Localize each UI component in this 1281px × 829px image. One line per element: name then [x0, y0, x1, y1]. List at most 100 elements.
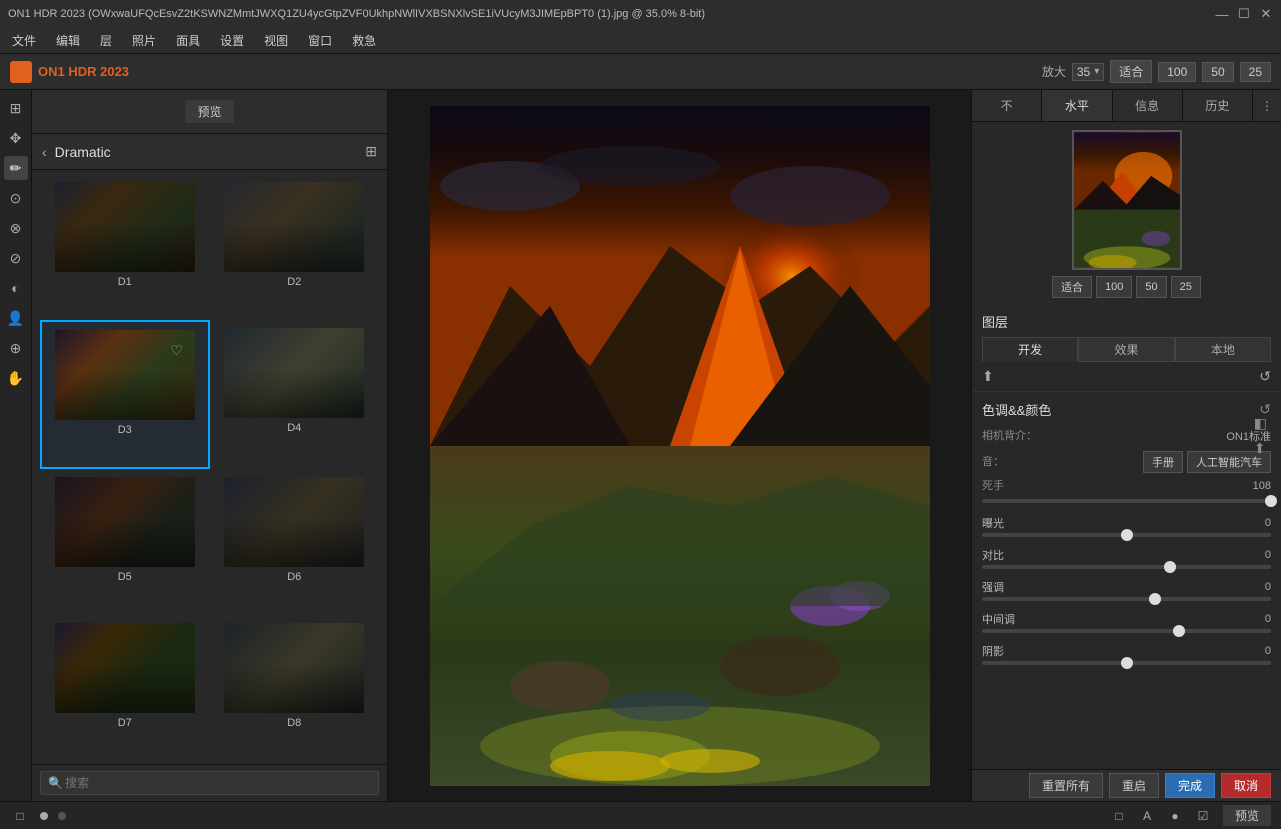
- manual-button[interactable]: 手册: [1143, 451, 1183, 473]
- tab-info[interactable]: 信息: [1113, 90, 1183, 121]
- zoom-25-button[interactable]: 25: [1240, 62, 1271, 82]
- highlights-slider[interactable]: [982, 597, 1271, 601]
- app-logo: ON1 HDR 2023: [10, 61, 129, 83]
- preview-100-button[interactable]: 100: [1096, 276, 1132, 298]
- layer-tab-effects[interactable]: 效果: [1078, 337, 1174, 362]
- tab-none[interactable]: 不: [972, 90, 1042, 121]
- zoom-50-button[interactable]: 50: [1202, 62, 1233, 82]
- healing-tool[interactable]: ⊗: [4, 216, 28, 240]
- right-panel-edge-icon-bottom[interactable]: ⬆: [1254, 440, 1267, 457]
- preview-button[interactable]: 预览: [185, 100, 233, 123]
- preset-item-d7[interactable]: D7: [40, 615, 210, 761]
- exposure-slider[interactable]: [982, 533, 1271, 537]
- menu-window[interactable]: 窗口: [300, 30, 340, 51]
- menu-edit[interactable]: 编辑: [48, 30, 88, 51]
- shadows-slider[interactable]: [982, 661, 1271, 665]
- zoom-tool[interactable]: ⊕: [4, 336, 28, 360]
- preview-50-button[interactable]: 50: [1136, 276, 1166, 298]
- preview-25-button[interactable]: 25: [1171, 276, 1201, 298]
- titlebar: ON1 HDR 2023 (OWxwaUFQcEsvZ2tKSWNZMmtJWX…: [0, 0, 1281, 28]
- right-panel-settings-icon[interactable]: ⋮: [1253, 90, 1281, 121]
- preset-item-d1[interactable]: D1: [40, 174, 210, 320]
- zoom-dropdown-icon[interactable]: ▾: [1094, 66, 1099, 77]
- back-arrow-icon[interactable]: ‹: [42, 144, 47, 160]
- preset-category-title: Dramatic: [55, 144, 111, 160]
- shadows-slider-thumb[interactable]: [1121, 657, 1133, 669]
- contrast-slider-thumb[interactable]: [1164, 561, 1176, 573]
- canvas-area[interactable]: [388, 90, 971, 801]
- bottom-icon-left1[interactable]: □: [10, 806, 30, 826]
- tab-horizontal[interactable]: 水平: [1042, 90, 1112, 121]
- right-panel-edge-icon-top[interactable]: ◧: [1254, 415, 1267, 432]
- bottom-circle-icon[interactable]: ●: [1165, 806, 1185, 826]
- preset-item-d6[interactable]: D6: [210, 469, 380, 615]
- menu-view[interactable]: 视图: [256, 30, 296, 51]
- hand-tool[interactable]: ✋: [4, 366, 28, 390]
- menu-layer[interactable]: 层: [92, 30, 120, 51]
- preset-item-d8[interactable]: D8: [210, 615, 380, 761]
- highlights-slider-thumb[interactable]: [1149, 593, 1161, 605]
- zoom-100-button[interactable]: 100: [1158, 62, 1196, 82]
- main-image: [430, 106, 930, 786]
- search-icon: 🔍: [48, 776, 63, 790]
- close-button[interactable]: ✕: [1259, 7, 1273, 21]
- retouch-tool[interactable]: ✏: [4, 156, 28, 180]
- preset-item-d3[interactable]: ♡ D3: [40, 320, 210, 470]
- menu-settings[interactable]: 设置: [212, 30, 252, 51]
- bottom-text-icon[interactable]: A: [1137, 806, 1157, 826]
- preset-thumb-d1: [55, 182, 195, 272]
- preset-item-d2[interactable]: D2: [210, 174, 380, 320]
- transform-tool[interactable]: ✥: [4, 126, 28, 150]
- crop-tool[interactable]: ⊞: [4, 96, 28, 120]
- layer-tab-local[interactable]: 本地: [1175, 337, 1271, 362]
- left-tools-panel: ⊞ ✥ ✏ ⊙ ⊗ ⊘ ◐ 👤 ⊕ ✋: [0, 90, 32, 801]
- paint-tool[interactable]: ⊘: [4, 246, 28, 270]
- zoom-controls: 放大 35 ▾ 适合 100 50 25: [1042, 60, 1271, 83]
- contrast-slider[interactable]: [982, 565, 1271, 569]
- favorite-icon[interactable]: ♡: [170, 342, 183, 359]
- cancel-button[interactable]: 取消: [1221, 773, 1271, 798]
- preview-thumbnail-area: 适合 100 50 25: [972, 122, 1281, 306]
- grid-view-button[interactable]: ⊞: [365, 143, 377, 160]
- opacity-slider-thumb[interactable]: [1265, 495, 1277, 507]
- bottom-square-icon[interactable]: □: [1109, 806, 1129, 826]
- bottom-icon-group: □ A ● ☑: [1109, 806, 1213, 826]
- reset-button[interactable]: 重启: [1109, 773, 1159, 798]
- maximize-button[interactable]: ☐: [1237, 7, 1251, 21]
- bottom-dot-active: [40, 812, 48, 820]
- clone-tool[interactable]: ⊙: [4, 186, 28, 210]
- zoom-fit-button[interactable]: 适合: [1110, 60, 1152, 83]
- toolbar: ON1 HDR 2023 放大 35 ▾ 适合 100 50 25: [0, 54, 1281, 90]
- tab-history[interactable]: 历史: [1183, 90, 1253, 121]
- export-layer-icon[interactable]: ⬆: [982, 368, 994, 385]
- preset-grid: D1 D2 ♡ D3 D4: [32, 170, 387, 764]
- preview-fit-button[interactable]: 适合: [1052, 276, 1092, 298]
- window-controls[interactable]: — ☐ ✕: [1215, 7, 1273, 21]
- menu-help[interactable]: 救急: [344, 30, 384, 51]
- menu-mask[interactable]: 面具: [168, 30, 208, 51]
- bottom-bar: □ □ A ● ☑ 预览: [0, 801, 1281, 829]
- reset-all-button[interactable]: 重置所有: [1029, 773, 1103, 798]
- search-input[interactable]: [40, 771, 379, 795]
- people-tool[interactable]: 👤: [4, 306, 28, 330]
- midtones-slider[interactable]: [982, 629, 1271, 633]
- menu-file[interactable]: 文件: [4, 30, 44, 51]
- minimize-button[interactable]: —: [1215, 7, 1229, 21]
- exposure-slider-thumb[interactable]: [1121, 529, 1133, 541]
- reset-layer-icon[interactable]: ↺: [1259, 368, 1271, 385]
- bottom-preview-button[interactable]: 预览: [1223, 805, 1271, 826]
- preset-label-d3: D3: [118, 424, 132, 436]
- preset-item-d4[interactable]: D4: [210, 320, 380, 470]
- camera-profile-label: 相机背介：: [982, 427, 1037, 443]
- layers-title: 图层: [982, 312, 1008, 331]
- midtones-slider-thumb[interactable]: [1173, 625, 1185, 637]
- bottom-check-icon[interactable]: ☑: [1193, 806, 1213, 826]
- opacity-slider[interactable]: [982, 499, 1271, 503]
- done-button[interactable]: 完成: [1165, 773, 1215, 798]
- highlights-label: 强调: [982, 579, 1004, 595]
- titlebar-title: ON1 HDR 2023 (OWxwaUFQcEsvZ2tKSWNZMmtJWX…: [8, 8, 705, 20]
- gradient-tool[interactable]: ◐: [4, 276, 28, 300]
- preset-item-d5[interactable]: D5: [40, 469, 210, 615]
- menu-photo[interactable]: 照片: [124, 30, 164, 51]
- layer-tab-develop[interactable]: 开发: [982, 337, 1078, 362]
